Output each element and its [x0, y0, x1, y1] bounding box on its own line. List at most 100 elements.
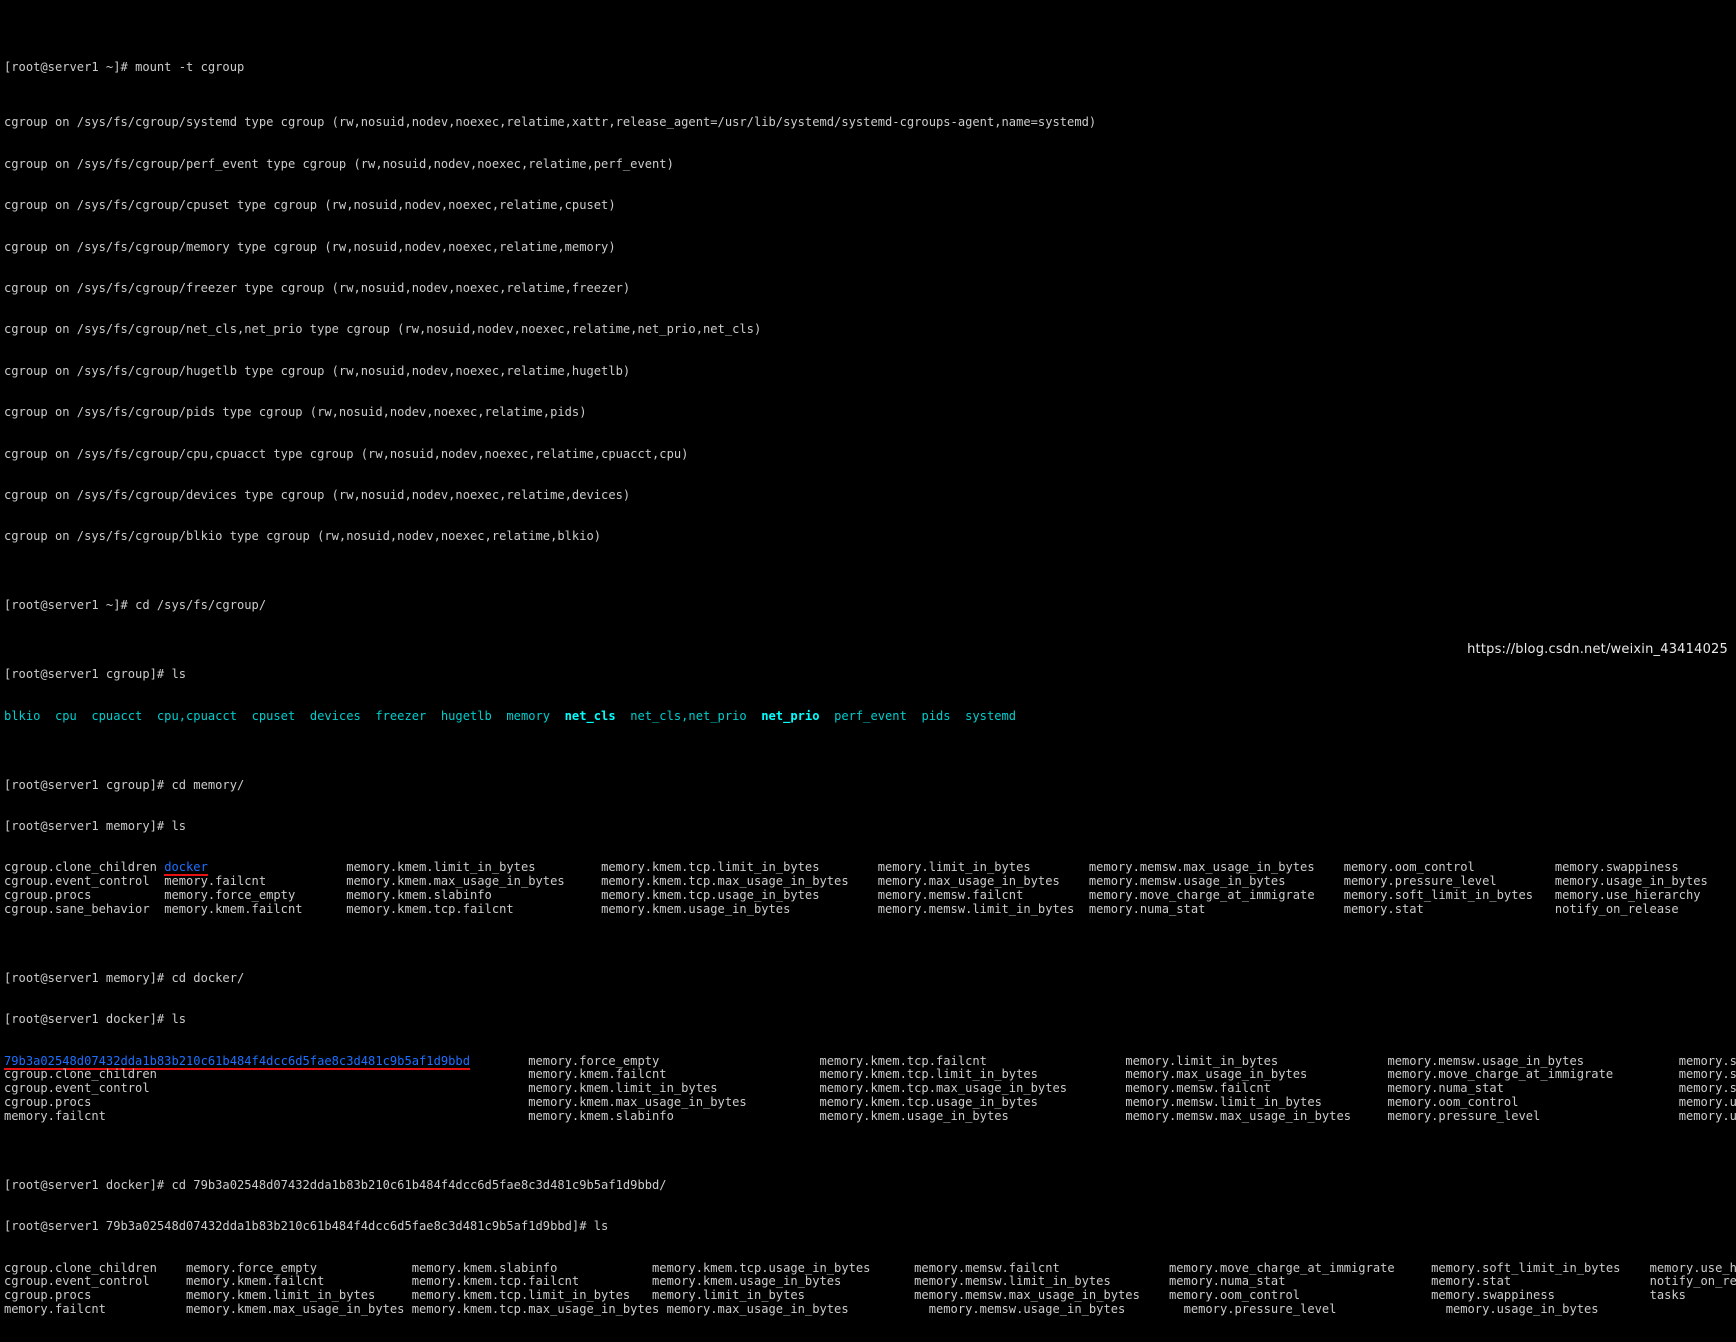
listing-gap [1140, 1288, 1169, 1302]
listing-gap [870, 1261, 914, 1275]
listing-gap [91, 888, 164, 902]
listing-gap [536, 860, 602, 874]
listing-gap [1278, 1054, 1387, 1068]
listing-gap [157, 1261, 186, 1275]
listing-entry-cgroup.event_control: cgroup.event_control [4, 1274, 150, 1289]
listing-gap [317, 1261, 412, 1275]
memory-listing-row: cgroup.clone_children docker memory.kmem… [4, 860, 1736, 877]
listing-gap [106, 1302, 186, 1316]
docker-listing-row: cgroup.clone_children memory.kmem.failcn… [4, 1067, 1736, 1082]
command-text: ls [593, 1219, 609, 1234]
listing-gap [1060, 1261, 1169, 1275]
listing-entry-memory.kmem.limit_in_bytes: memory.kmem.limit_in_bytes [346, 860, 536, 875]
listing-entry-cgroup.clone_children: cgroup.clone_children [4, 860, 157, 875]
listing-gap [1620, 1261, 1649, 1275]
listing-entry-cgroup.procs: cgroup.procs [4, 888, 92, 902]
listing-entry-memory.max_usage_in_bytes: memory.max_usage_in_bytes [877, 874, 1060, 889]
listing-entry-cpu,cpuacct: cpu,cpuacct [156, 708, 237, 723]
listing-entry-memory.kmem.failcnt: memory.kmem.failcnt [186, 1274, 325, 1289]
listing-entry-memory.memsw.failcnt: memory.memsw.failcnt [877, 888, 1024, 902]
container-listing-row: memory.failcnt memory.kmem.max_usage_in_… [4, 1301, 1736, 1317]
memory-listing-row: cgroup.procs memory.force_empty memory.k… [4, 888, 1736, 903]
command-text: cd docker/ [171, 970, 245, 985]
terminal-line-command-ls-container: [root@server1 79b3a02548d07432dda1b83b21… [4, 1219, 1736, 1234]
listing-gap [1708, 874, 1736, 888]
listing-entry-memory.swappiness: memory.swappiness [1678, 1081, 1736, 1096]
memory-directory-listing: cgroup.clone_children docker memory.kmem… [4, 860, 1736, 916]
listing-gap [40, 709, 55, 723]
listing-entry-blkio: blkio [4, 708, 41, 723]
listing-entry-memory.max_usage_in_bytes: memory.max_usage_in_bytes [666, 1301, 849, 1316]
listing-entry-cgroup.event_control: cgroup.event_control [4, 874, 150, 889]
listing-entry-memory.move_charge_at_immigrate: memory.move_charge_at_immigrate [1387, 1067, 1614, 1082]
listing-gap [237, 709, 252, 723]
listing-entry-memory.force_empty: memory.force_empty [164, 888, 296, 902]
terminal-line-mount-out-9: cgroup on /sys/fs/cgroup/devices type cg… [4, 487, 631, 502]
terminal-line-command-mount: [root@server1 ~]# mount -t cgroup [4, 60, 1736, 75]
listing-gap [616, 709, 631, 723]
listing-entry-memory.usage_in_bytes: memory.usage_in_bytes [1445, 1301, 1599, 1316]
listing-entry-memory.kmem.slabinfo: memory.kmem.slabinfo [528, 1108, 674, 1123]
watermark-url: https://blog.csdn.net/weixin_43414025 [1467, 642, 1728, 658]
prompt: [root@server1 cgroup]# [4, 667, 172, 682]
listing-entry-memory.kmem.tcp.usage_in_bytes: memory.kmem.tcp.usage_in_bytes [819, 1094, 1038, 1109]
listing-gap [1286, 1274, 1432, 1288]
listing-entry-memory.kmem.tcp.max_usage_in_bytes: memory.kmem.tcp.max_usage_in_bytes [819, 1081, 1068, 1096]
listing-gap [208, 860, 346, 874]
listing-entry-notify_on_release: notify_on_release [1649, 1274, 1736, 1289]
listing-gap [150, 1274, 186, 1288]
terminal-line-command-ls-cgroup: [root@server1 cgroup]# ls [4, 667, 1736, 682]
listing-entry-memory.move_charge_at_immigrate: memory.move_charge_at_immigrate [1169, 1260, 1395, 1275]
listing-entry-memory.kmem.tcp.limit_in_bytes: memory.kmem.tcp.limit_in_bytes [601, 860, 820, 875]
terminal-line-mount-out-3: cgroup on /sys/fs/cgroup/memory type cgr… [4, 239, 616, 254]
listing-entry-memory.kmem.tcp.failcnt: memory.kmem.tcp.failcnt [411, 1274, 580, 1289]
terminal-line-mount-out-1: cgroup on /sys/fs/cgroup/perf_event type… [4, 156, 674, 171]
container-listing-row: cgroup.event_control memory.kmem.failcnt… [4, 1274, 1736, 1289]
listing-gap [820, 860, 878, 874]
listing-entry-memory.failcnt: memory.failcnt [4, 1301, 106, 1316]
listing-gap [659, 1054, 819, 1068]
command-text: cd memory/ [171, 777, 245, 792]
listing-gap [1504, 1081, 1679, 1095]
listing-gap [1540, 1109, 1678, 1123]
terminal-line-command-cd-cgroup: [root@server1 ~]# cd /sys/fs/cgroup/ [4, 598, 1736, 613]
listing-entry-cgroup.procs: cgroup.procs [4, 1094, 92, 1109]
listing-entry-cgroup.clone_children: cgroup.clone_children [4, 1067, 157, 1082]
listing-entry-memory.soft_limit_in_bytes: memory.soft_limit_in_bytes [1343, 888, 1534, 902]
memory-listing-row: cgroup.event_control memory.failcnt memo… [4, 874, 1736, 889]
listing-gap [514, 902, 601, 916]
listing-gap [106, 1109, 528, 1123]
listing-entry-cgroup.procs: cgroup.procs [4, 1288, 92, 1303]
terminal-line-mount-out-7: cgroup on /sys/fs/cgroup/pids type cgrou… [4, 405, 587, 420]
prompt: [root@server1 docker]# [4, 1177, 172, 1192]
listing-gap [550, 709, 565, 723]
terminal-line-command-cd-docker: [root@server1 memory]# cd docker/ [4, 970, 1736, 986]
listing-entry-memory.use_hierarchy: memory.use_hierarchy [1678, 1108, 1736, 1123]
listing-gap [404, 1302, 411, 1316]
listing-gap [667, 1067, 820, 1081]
listing-gap [1300, 1288, 1431, 1302]
listing-entry-net_cls: net_cls [564, 708, 616, 723]
listing-gap [1125, 1302, 1183, 1316]
terminal-line-mount-out-5: cgroup on /sys/fs/cgroup/net_cls,net_pri… [4, 322, 762, 337]
terminal-line-mount-out-10: cgroup on /sys/fs/cgroup/blkio type cgro… [4, 529, 602, 544]
listing-entry-memory.use_hierarchy: memory.use_hierarchy [1649, 1260, 1736, 1275]
listing-gap [579, 1274, 652, 1288]
terminal-line-mount-out-0: cgroup on /sys/fs/cgroup/systemd type cg… [4, 115, 1097, 130]
listing-entry-memory.oom_control: memory.oom_control [1387, 1094, 1519, 1109]
listing-gap [1111, 1274, 1169, 1288]
listing-entry-memory.memsw.limit_in_bytes: memory.memsw.limit_in_bytes [1125, 1094, 1322, 1109]
listing-gap [841, 1274, 914, 1288]
listing-entry-cgroup.clone_children: cgroup.clone_children [4, 1260, 157, 1275]
listing-gap [142, 709, 157, 723]
listing-gap [790, 902, 877, 916]
listing-entry-memory.oom_control: memory.oom_control [1343, 860, 1475, 875]
listing-entry-memory.limit_in_bytes: memory.limit_in_bytes [1125, 1053, 1279, 1068]
listing-gap [150, 902, 165, 916]
listing-gap [1679, 902, 1736, 916]
listing-entry-hugetlb: hugetlb [440, 708, 492, 723]
prompt: [root@server1 ~]# [4, 598, 136, 613]
listing-entry-memory.kmem.failcnt: memory.kmem.failcnt [164, 901, 303, 916]
listing-entry-memory.limit_in_bytes: memory.limit_in_bytes [652, 1288, 805, 1303]
terminal-window[interactable]: [root@server1 ~]# mount -t cgroup cgroup… [0, 0, 1736, 1316]
